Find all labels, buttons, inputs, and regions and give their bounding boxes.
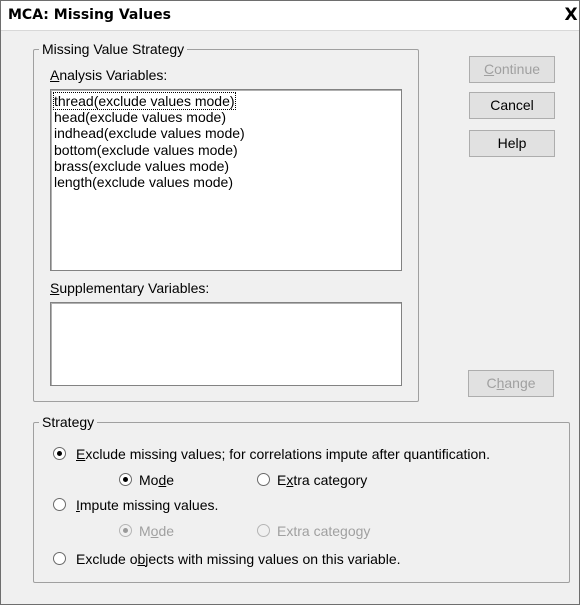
analysis-variable-item[interactable]: thread(exclude values mode) <box>53 92 236 110</box>
exclude-missing-values-radio[interactable] <box>53 447 66 460</box>
analysis-variable-item[interactable]: head(exclude values mode) <box>54 109 226 125</box>
impute-missing-values-label: Impute missing values. <box>76 497 219 513</box>
analysis-variables-list[interactable]: thread(exclude values mode) head(exclude … <box>50 89 402 271</box>
analysis-variables-label: Analysis Variables: <box>50 67 168 83</box>
mca-missing-values-dialog: MCA: Missing Values X Missing Value Stra… <box>0 0 580 605</box>
dialog-title: MCA: Missing Values <box>8 7 171 23</box>
impute-mode-label: Mode <box>139 523 175 539</box>
analysis-variable-item[interactable]: indhead(exclude values mode) <box>54 125 245 141</box>
cancel-button[interactable]: Cancel <box>469 92 555 119</box>
impute-extra-category-label: Extra categogy <box>277 523 371 539</box>
analysis-variable-item[interactable]: length(exclude values mode) <box>54 174 233 190</box>
impute-missing-values-radio[interactable] <box>53 498 66 511</box>
missing-value-strategy-label: Missing Value Strategy <box>39 41 188 57</box>
exclude-objects-radio[interactable] <box>53 552 66 565</box>
supplementary-variables-list[interactable] <box>50 302 402 386</box>
close-icon[interactable]: X <box>562 4 580 26</box>
help-button[interactable]: Help <box>469 130 555 157</box>
exclude-missing-values-label: Exclude missing values; for correlations… <box>76 446 490 462</box>
exclude-extra-category-radio[interactable] <box>257 473 270 486</box>
analysis-variable-item[interactable]: bottom(exclude values mode) <box>54 142 238 158</box>
change-button[interactable]: Change <box>468 370 554 397</box>
exclude-mode-radio[interactable] <box>119 473 132 486</box>
exclude-mode-label: Mode <box>139 472 175 488</box>
exclude-extra-category-label: Extra category <box>277 472 368 488</box>
analysis-variable-item[interactable]: brass(exclude values mode) <box>54 158 229 174</box>
continue-button[interactable]: Continue <box>469 56 555 83</box>
supplementary-variables-label: Supplementary Variables: <box>50 280 210 296</box>
title-bar[interactable]: MCA: Missing Values X <box>1 1 579 31</box>
impute-extra-category-radio[interactable] <box>257 524 270 537</box>
strategy-group-label: Strategy <box>39 414 98 430</box>
impute-mode-radio[interactable] <box>119 524 132 537</box>
exclude-objects-label: Exclude objects with missing values on t… <box>76 551 401 567</box>
